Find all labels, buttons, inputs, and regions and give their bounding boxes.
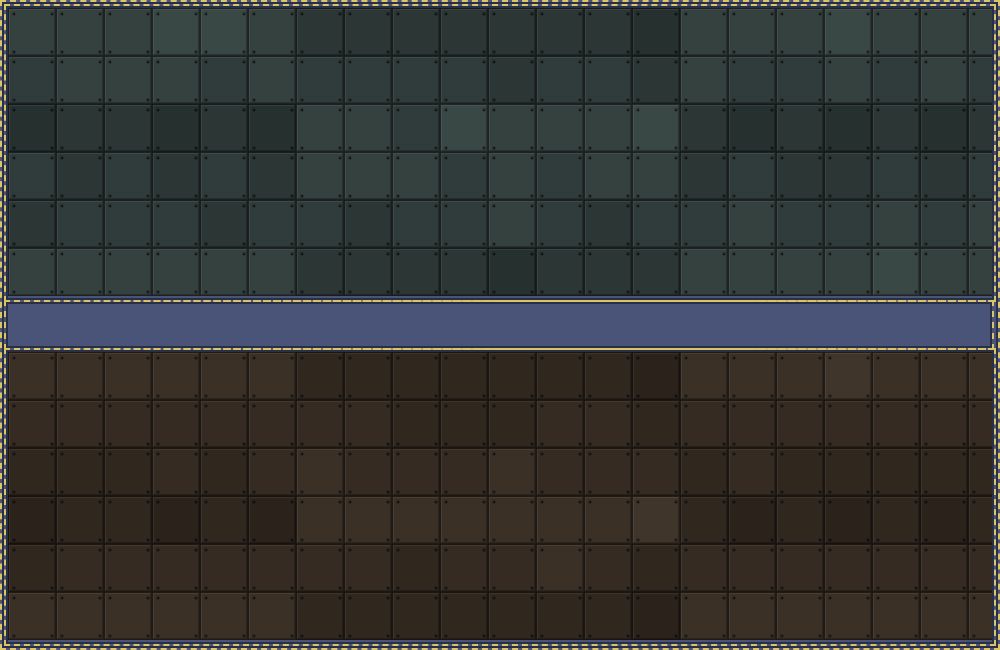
bottom-field-rope xyxy=(4,348,996,646)
divider-rope xyxy=(4,300,994,350)
top-field-rope xyxy=(4,4,996,302)
